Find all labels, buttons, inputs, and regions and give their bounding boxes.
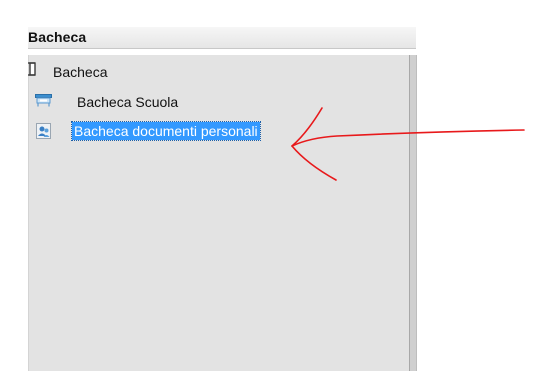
tree-item-label: Bacheca Scuola: [77, 94, 179, 110]
page: Bacheca Bacheca Bacheca Scuola Bacheca d…: [0, 0, 533, 385]
personal-documents-icon: [36, 123, 51, 139]
panel-header: Bacheca: [28, 27, 416, 49]
tree-scrollbar[interactable]: [409, 55, 417, 371]
tree-item-label-selected: Bacheca documenti personali: [71, 121, 261, 141]
tree-root-label: Bacheca: [53, 64, 108, 80]
tree-root-icon: [28, 62, 36, 76]
school-board-icon: [35, 94, 52, 107]
panel-title: Bacheca: [28, 29, 87, 45]
